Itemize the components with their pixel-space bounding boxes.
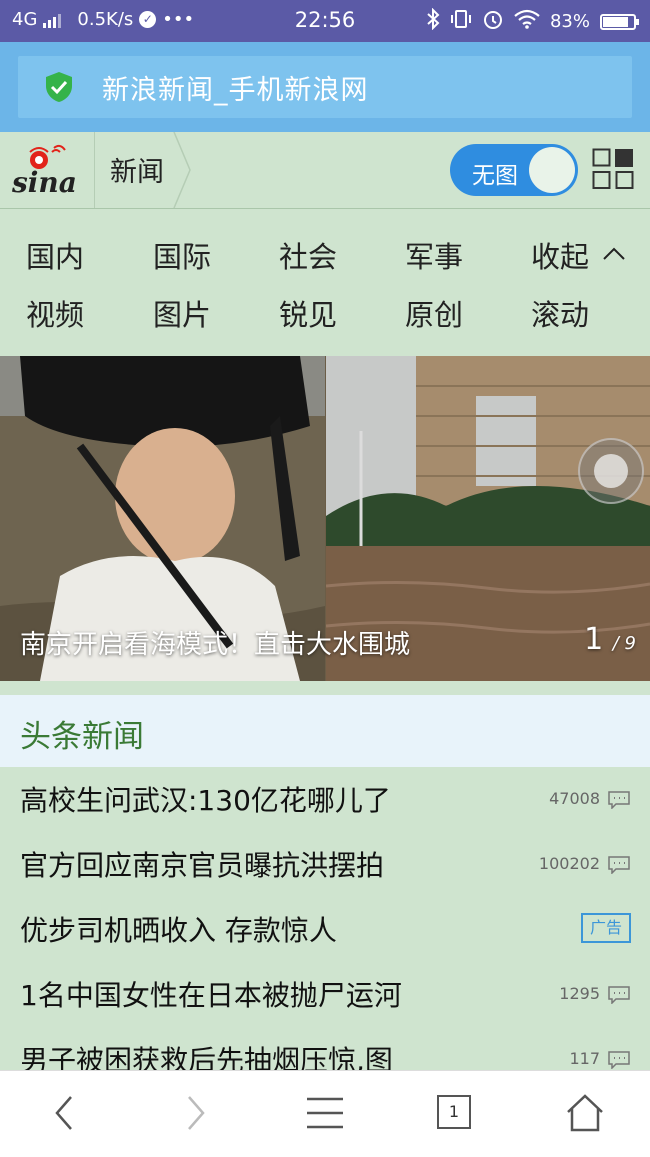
comment-count: 117 xyxy=(569,1049,600,1068)
news-item[interactable]: 官方回应南京官员曝抗洪摆拍 100202 xyxy=(0,832,650,897)
section-title[interactable]: 新闻 xyxy=(110,150,164,189)
battery-icon xyxy=(600,13,639,30)
back-button[interactable] xyxy=(0,1071,130,1157)
alarm-icon xyxy=(482,8,504,35)
toggle-knob xyxy=(529,147,575,193)
chevron-left-icon xyxy=(55,1096,72,1130)
breadcrumb-chevron-icon xyxy=(173,132,191,208)
comment-count: 47008 xyxy=(549,789,600,808)
news-title: 官方回应南京官员曝抗洪摆拍 xyxy=(20,849,385,882)
comment-icon xyxy=(608,856,630,874)
hamburger-menu-icon xyxy=(307,1097,343,1129)
no-image-toggle[interactable]: 无图 xyxy=(450,144,578,196)
channel-insight[interactable]: 锐见 xyxy=(279,292,337,334)
comment-count: 100202 xyxy=(538,854,600,873)
status-bar: 4G 0.5K/s ✓ ••• 22:56 83% xyxy=(0,0,650,42)
vibrate-icon xyxy=(450,8,472,35)
channel-military[interactable]: 军事 xyxy=(405,234,463,276)
channel-society[interactable]: 社会 xyxy=(279,234,337,276)
channel-photos[interactable]: 图片 xyxy=(153,292,211,334)
news-title: 高校生问武汉:130亿花哪儿了 xyxy=(20,784,391,817)
slide-total: / 9 xyxy=(612,633,636,654)
browser-toolbar: 新浪新闻_手机新浪网 xyxy=(0,42,650,132)
browser-bottom-nav: 1 xyxy=(0,1070,650,1157)
channel-international[interactable]: 国际 xyxy=(153,234,211,276)
ad-item[interactable]: 优步司机晒收入 存款惊人 广告 xyxy=(0,897,650,962)
divider xyxy=(94,132,95,208)
floating-assistive-ball[interactable] xyxy=(578,438,644,504)
site-header: sina 新闻 无图 xyxy=(0,132,650,209)
sina-logo[interactable]: sina xyxy=(8,140,88,200)
home-button[interactable] xyxy=(520,1071,650,1157)
news-title: 1名中国女性在日本被抛尸运河 xyxy=(20,979,402,1012)
page-title: 新浪新闻_手机新浪网 xyxy=(102,74,369,106)
shield-icon xyxy=(46,72,72,102)
bluetooth-icon xyxy=(426,7,440,35)
comment-icon xyxy=(608,986,630,1004)
channel-original[interactable]: 原创 xyxy=(405,292,463,334)
channel-rolling[interactable]: 滚动 xyxy=(531,292,589,334)
battery-percent: 83% xyxy=(549,11,590,32)
comment-icon xyxy=(608,1051,630,1069)
forward-button[interactable] xyxy=(130,1071,260,1157)
hero-caption[interactable]: 南京开启看海模式！直击大水围城 xyxy=(20,624,410,661)
wifi-icon xyxy=(514,9,540,34)
address-bar[interactable]: 新浪新闻_手机新浪网 xyxy=(18,56,632,118)
ad-badge: 广告 xyxy=(581,913,631,943)
news-item[interactable]: 高校生问武汉:130亿花哪儿了 47008 xyxy=(0,767,650,832)
home-icon xyxy=(567,1094,603,1132)
chevron-right-icon xyxy=(188,1096,205,1130)
headlines-header: 头条新闻 xyxy=(0,695,650,767)
channel-video[interactable]: 视频 xyxy=(26,292,84,334)
channel-domestic[interactable]: 国内 xyxy=(26,234,84,276)
menu-button[interactable] xyxy=(260,1071,390,1157)
news-item[interactable]: 1名中国女性在日本被抛尸运河 1295 xyxy=(0,962,650,1027)
toggle-label: 无图 xyxy=(472,163,518,189)
grid-menu-icon[interactable] xyxy=(592,148,634,190)
comment-icon xyxy=(608,791,630,809)
chevron-up-icon xyxy=(603,247,625,260)
collapse-channels-button[interactable]: 收起 xyxy=(531,234,589,276)
tabs-button[interactable]: 1 xyxy=(437,1095,471,1129)
slide-counter: 1 / 9 xyxy=(584,622,636,657)
news-title: 优步司机晒收入 存款惊人 xyxy=(20,914,337,947)
headlines-title: 头条新闻 xyxy=(20,719,144,755)
slide-current: 1 xyxy=(584,622,604,657)
comment-count: 1295 xyxy=(559,984,600,1003)
svg-text:sina: sina xyxy=(11,166,77,199)
